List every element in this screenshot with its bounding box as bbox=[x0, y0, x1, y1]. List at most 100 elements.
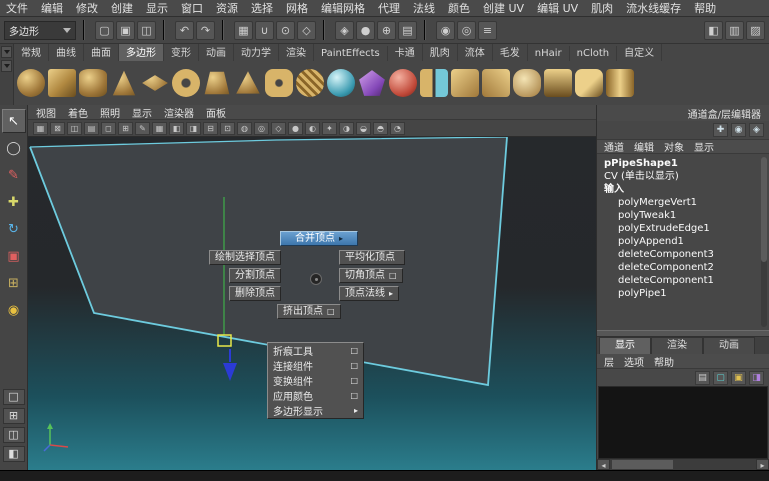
smooth-shade-icon[interactable]: ● bbox=[288, 122, 303, 135]
input-node[interactable]: deleteComponent1 bbox=[604, 274, 759, 287]
menu-item[interactable]: 编辑网格 bbox=[321, 0, 365, 16]
shelf-tab[interactable]: 曲线 bbox=[49, 44, 84, 61]
render-current-frame-icon[interactable]: ◉ bbox=[436, 21, 455, 40]
move-tool-button[interactable]: ✚ bbox=[2, 190, 26, 214]
shelf-tab[interactable]: 动力学 bbox=[234, 44, 279, 61]
marking-menu-extrude-vertex[interactable]: 挤出顶点□ bbox=[277, 304, 341, 319]
toolbar-separator[interactable] bbox=[222, 20, 227, 40]
wireframe-icon[interactable]: ◇ bbox=[271, 122, 286, 135]
layer-editor-tab[interactable]: 显示 bbox=[599, 337, 651, 354]
marking-menu-merge-vertex[interactable]: 合并顶点▸ bbox=[280, 231, 358, 246]
use-lights-icon[interactable]: ✦ bbox=[322, 122, 337, 135]
marking-menu-item[interactable]: 顶点法线▸ bbox=[339, 286, 399, 301]
panel-menu-item[interactable]: 面板 bbox=[206, 105, 226, 120]
tool-menu-item[interactable]: 应用颜色□ bbox=[268, 388, 363, 403]
lasso-tool-button[interactable]: ◯ bbox=[2, 136, 26, 160]
separate-icon[interactable] bbox=[482, 69, 510, 97]
layer-editor-tab[interactable]: 渲染 bbox=[651, 337, 703, 354]
panel-menu-item[interactable]: 照明 bbox=[100, 105, 120, 120]
paint-select-tool-button[interactable]: ✎ bbox=[2, 163, 26, 187]
option-box-icon[interactable]: □ bbox=[327, 308, 335, 316]
lock-camera-icon[interactable]: ⊠ bbox=[50, 122, 65, 135]
shape-node-name[interactable]: pPipeShape1 bbox=[604, 157, 759, 170]
ipr-render-icon[interactable]: ◎ bbox=[457, 21, 476, 40]
menu-item[interactable]: 窗口 bbox=[181, 0, 203, 16]
film-gate-icon[interactable]: ◧ bbox=[169, 122, 184, 135]
menu-item[interactable]: 文件 bbox=[6, 0, 28, 16]
layer-menu-item[interactable]: 帮助 bbox=[654, 354, 674, 369]
input-connections-icon[interactable]: ▤ bbox=[398, 21, 417, 40]
poly-pyramid-icon[interactable] bbox=[234, 69, 262, 97]
resolution-gate-icon[interactable]: ◨ bbox=[186, 122, 201, 135]
smooth-icon[interactable] bbox=[513, 69, 541, 97]
shelf-tabs-menu-button[interactable] bbox=[1, 46, 12, 58]
menu-item[interactable]: 创建 UV bbox=[483, 0, 524, 16]
shelf-items-menu-button[interactable] bbox=[1, 60, 12, 72]
layout-split-pane-button[interactable]: ◧ bbox=[3, 446, 25, 462]
option-box-icon[interactable]: ▸ bbox=[354, 407, 358, 415]
channel-manip-icon[interactable]: ✚ bbox=[713, 123, 728, 137]
menu-item[interactable]: 肌肉 bbox=[591, 0, 613, 16]
selection-mask-dropdown[interactable]: 多边形 bbox=[4, 21, 76, 40]
panel-splitter[interactable] bbox=[597, 330, 769, 337]
tool-settings-toggle-icon[interactable]: ▥ bbox=[725, 21, 744, 40]
snap-plane-icon[interactable]: ◇ bbox=[297, 21, 316, 40]
input-node[interactable]: polyPipe1 bbox=[604, 287, 759, 300]
extrude-icon[interactable] bbox=[544, 69, 572, 97]
snap-grid-icon[interactable]: ▦ bbox=[234, 21, 253, 40]
menu-item[interactable]: 修改 bbox=[76, 0, 98, 16]
poly-cone-icon[interactable] bbox=[110, 69, 138, 97]
new-empty-layer-icon[interactable]: ▢ bbox=[713, 371, 728, 385]
input-node[interactable]: polyTweak1 bbox=[604, 209, 759, 222]
universal-manip-button[interactable]: ⊞ bbox=[2, 271, 26, 295]
field-chart-icon[interactable]: ⊡ bbox=[220, 122, 235, 135]
shelf-tab[interactable]: 常规 bbox=[14, 44, 49, 61]
poly-cube-icon[interactable] bbox=[48, 69, 76, 97]
panel-menu-item[interactable]: 视图 bbox=[36, 105, 56, 120]
option-box-icon[interactable]: □ bbox=[350, 377, 358, 385]
xray-icon[interactable]: ◒ bbox=[356, 122, 371, 135]
scroll-left-icon[interactable]: ◂ bbox=[597, 459, 610, 470]
marking-menu-item[interactable]: 绘制选择顶点 bbox=[209, 250, 281, 265]
attribute-editor-toggle-icon[interactable]: ◧ bbox=[704, 21, 723, 40]
exposure-icon[interactable]: ◔ bbox=[390, 122, 405, 135]
panel-menu-item[interactable]: 着色 bbox=[68, 105, 88, 120]
menu-item[interactable]: 资源 bbox=[216, 0, 238, 16]
poly-prism-icon[interactable] bbox=[203, 69, 231, 97]
marking-menu-item[interactable]: 分割顶点 bbox=[229, 268, 281, 283]
pan-zoom-icon[interactable]: ⊞ bbox=[118, 122, 133, 135]
shelf-tab[interactable]: nCloth bbox=[570, 46, 617, 61]
poly-helix-icon[interactable] bbox=[296, 69, 324, 97]
shelf-tab[interactable]: 渲染 bbox=[279, 44, 314, 61]
toolbar-separator[interactable] bbox=[163, 20, 168, 40]
scrollbar-thumb[interactable] bbox=[761, 157, 767, 262]
redo-icon[interactable]: ↷ bbox=[196, 21, 215, 40]
construction-history-icon[interactable]: ⊕ bbox=[377, 21, 396, 40]
isolate-select-icon[interactable]: ◓ bbox=[373, 122, 388, 135]
input-node[interactable]: polyAppend1 bbox=[604, 235, 759, 248]
channel-box-menu-item[interactable]: 显示 bbox=[694, 139, 714, 154]
viewport-canvas[interactable]: 合并顶点▸ 绘制选择顶点 分割顶点 删除顶点 平均化顶点 切角顶点□ 顶点法线▸… bbox=[28, 137, 596, 470]
horizontal-scrollbar[interactable]: ◂ ▸ bbox=[597, 459, 769, 470]
grid-toggle-icon[interactable]: ▦ bbox=[152, 122, 167, 135]
cv-hint[interactable]: CV (单击以显示) bbox=[604, 170, 759, 183]
bridge-icon[interactable] bbox=[606, 69, 634, 97]
textured-icon[interactable]: ◐ bbox=[305, 122, 320, 135]
channel-speed-icon[interactable]: ◉ bbox=[731, 123, 746, 137]
panel-menu-item[interactable]: 显示 bbox=[132, 105, 152, 120]
save-scene-icon[interactable]: ◫ bbox=[137, 21, 156, 40]
channel-box-menu-item[interactable]: 对象 bbox=[664, 139, 684, 154]
toolbar-separator[interactable] bbox=[83, 20, 88, 40]
shelf-tab[interactable]: 卡通 bbox=[388, 44, 423, 61]
layer-options-icon[interactable]: ▤ bbox=[695, 371, 710, 385]
rotate-tool-button[interactable]: ↻ bbox=[2, 217, 26, 241]
menu-item[interactable]: 流水线缓存 bbox=[626, 0, 681, 16]
channel-box-toggle-icon[interactable]: ▨ bbox=[746, 21, 765, 40]
option-box-icon[interactable]: □ bbox=[350, 362, 358, 370]
input-node[interactable]: deleteComponent2 bbox=[604, 261, 759, 274]
snap-point-icon[interactable]: ⊙ bbox=[276, 21, 295, 40]
input-node[interactable]: deleteComponent3 bbox=[604, 248, 759, 261]
menu-item[interactable]: 颜色 bbox=[448, 0, 470, 16]
poly-sphere-icon[interactable] bbox=[17, 69, 45, 97]
safe-action-icon[interactable]: ◍ bbox=[237, 122, 252, 135]
